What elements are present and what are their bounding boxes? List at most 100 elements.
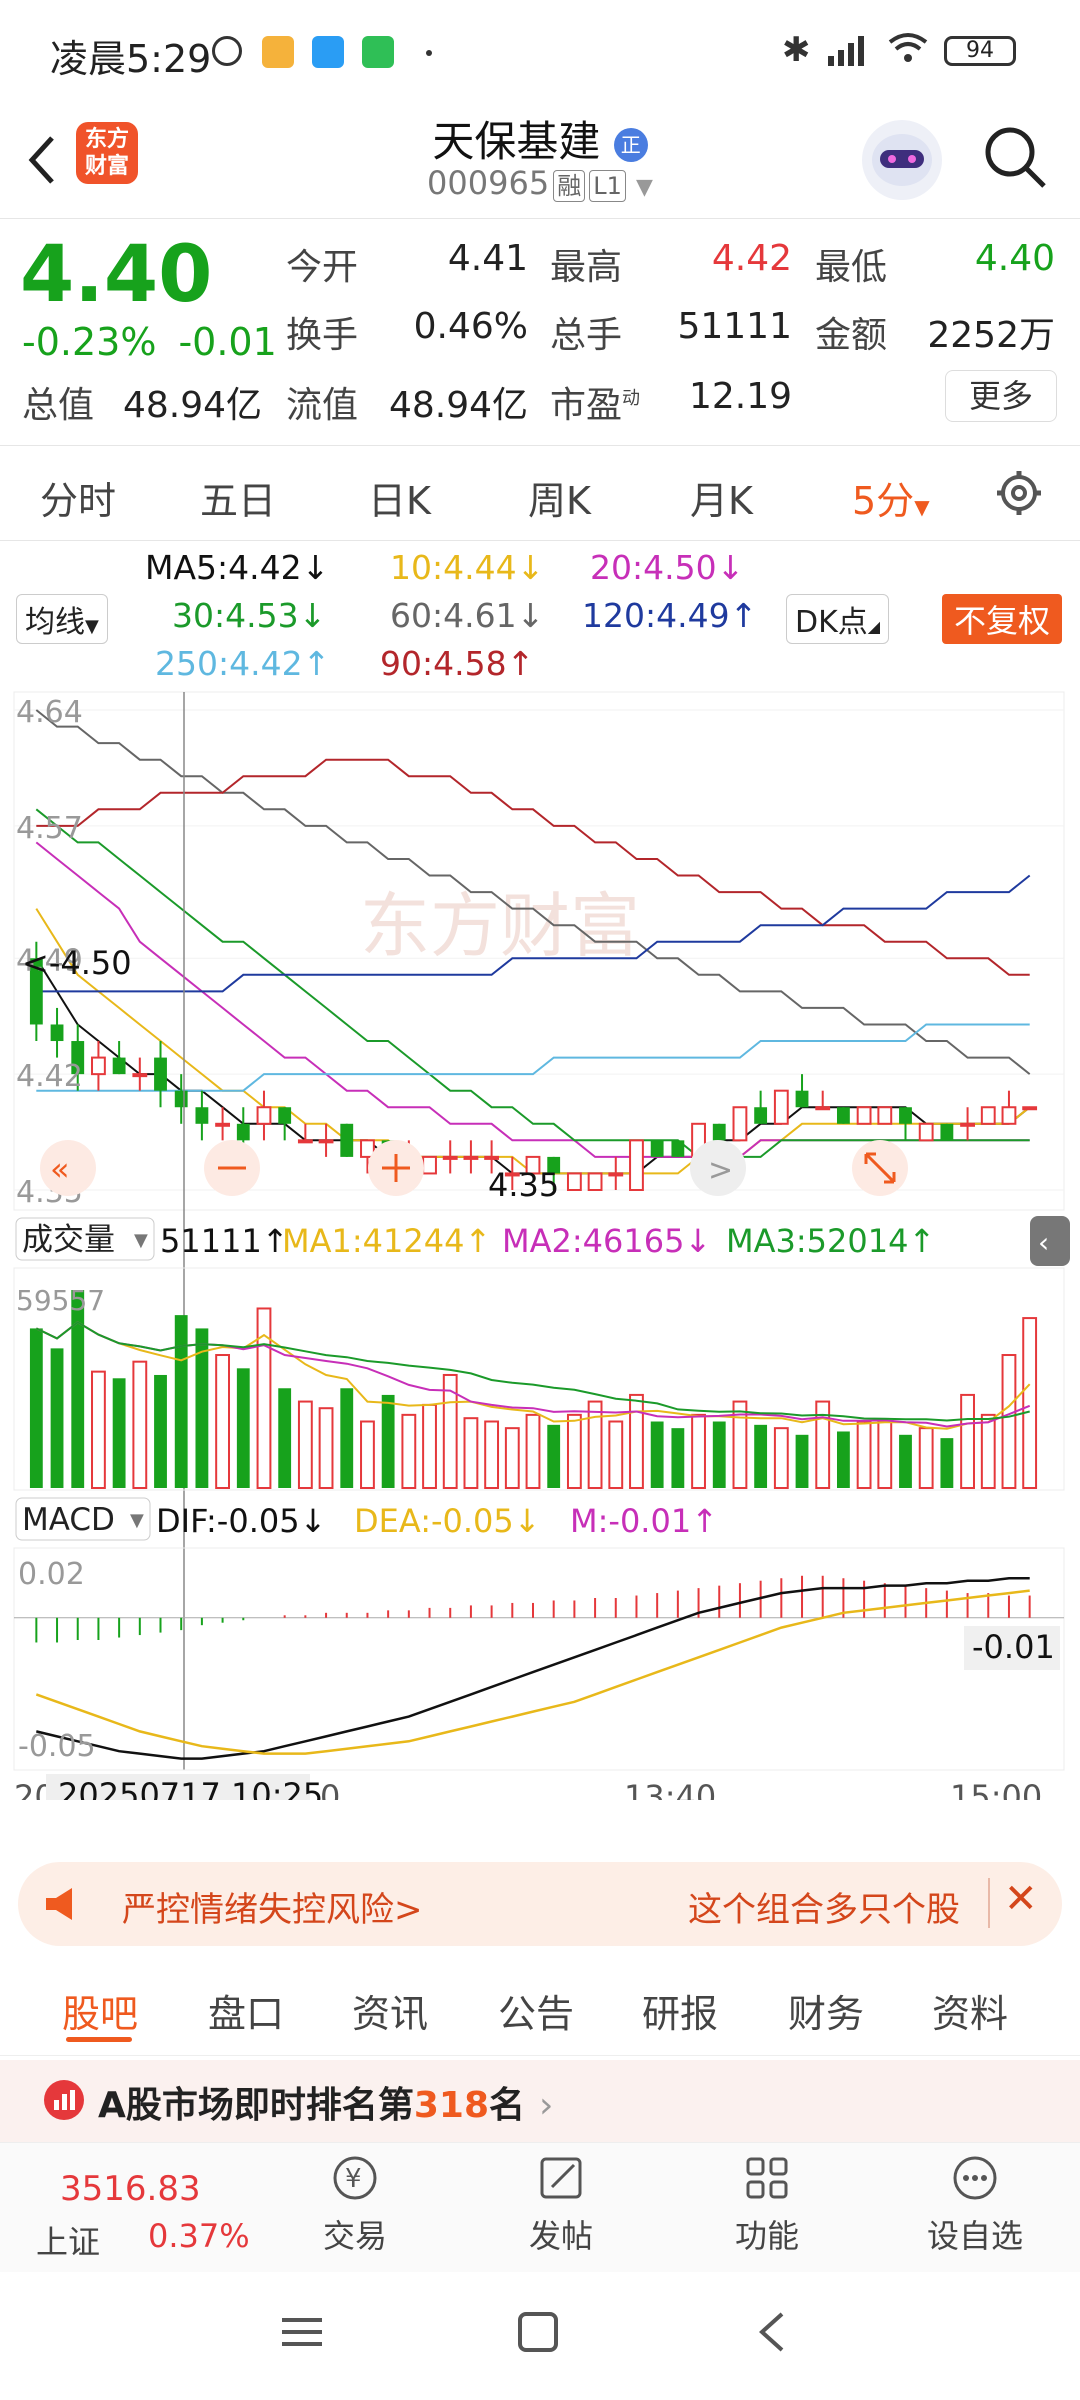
- search-button[interactable]: [982, 124, 1050, 192]
- home-icon[interactable]: [516, 2310, 560, 2358]
- volume-ma2: MA2:46165↓: [502, 1222, 711, 1260]
- tab-monthly-k[interactable]: 月K: [690, 470, 753, 525]
- pointer-label: <-4.50: [22, 944, 132, 982]
- menu-icon[interactable]: [280, 2312, 324, 2356]
- dk-label: DK点: [795, 605, 868, 640]
- volume-bar-down: [29, 1328, 43, 1488]
- volume-bar-down: [154, 1374, 167, 1488]
- megaphone-icon: [42, 1884, 82, 1928]
- tab-daily-k[interactable]: 日K: [368, 470, 431, 525]
- change-amount: -0.01: [178, 320, 277, 364]
- tab-5min[interactable]: 5分▼: [852, 470, 930, 525]
- volume-ma1: MA1:41244↑: [282, 1222, 491, 1260]
- phone-app-icon: [362, 36, 394, 68]
- zoom-in-button[interactable]: [368, 1140, 424, 1196]
- kline-chart-svg[interactable]: 东方财富 4.644.574.494.424.35 <-4.50 4.35 « …: [0, 690, 1080, 1818]
- tab-guba[interactable]: 股吧: [62, 1983, 138, 2038]
- candle-body-up: [773, 1089, 789, 1125]
- system-nav-bar: [0, 2272, 1080, 2400]
- add-watchlist-button[interactable]: 设自选: [910, 2153, 1040, 2257]
- add-watchlist-label: 设自选: [926, 2217, 1023, 2255]
- volume-bar-up: [422, 1403, 437, 1490]
- quote-panel: 4.40 -0.23% -0.01 今开 4.41 最高 4.42 最低 4.40…: [0, 220, 1080, 446]
- ma-type-label: 均线: [25, 605, 85, 640]
- volume-bar-down: [650, 1421, 664, 1488]
- candle-body-down: [50, 1024, 64, 1042]
- settings-button[interactable]: [994, 468, 1044, 518]
- assistant-robot-icon[interactable]: [862, 120, 942, 200]
- trade-button[interactable]: ¥ 交易: [300, 2153, 410, 2257]
- tab-pankou[interactable]: 盘口: [208, 1983, 284, 2038]
- volume-bar-up: [484, 1420, 500, 1490]
- amount-value: 2252万: [927, 315, 1055, 356]
- ma60-value: 60:4.61↓: [390, 596, 545, 635]
- volume-bar-down: [795, 1434, 809, 1488]
- functions-button[interactable]: 功能: [712, 2153, 822, 2257]
- candle-body-down: [195, 1107, 209, 1124]
- volume-bar-down: [671, 1428, 685, 1488]
- tab-intraday[interactable]: 分时: [40, 470, 116, 525]
- dk-point-button[interactable]: DK点◢: [786, 594, 890, 644]
- tab-announcements[interactable]: 公告: [498, 1983, 574, 2038]
- tab-research[interactable]: 研报: [642, 1983, 718, 2038]
- ma20-value: 20:4.50↓: [590, 548, 745, 587]
- high-label: 最高: [550, 247, 623, 288]
- index-value[interactable]: 3516.83: [60, 2169, 201, 2209]
- rank-chart-icon: [44, 2080, 84, 2120]
- volume-bar-up: [401, 1413, 417, 1489]
- tab-profile[interactable]: 资料: [932, 1983, 1008, 2038]
- fullscreen-button[interactable]: [852, 1140, 908, 1196]
- volume-bar-up: [566, 1413, 582, 1489]
- close-icon[interactable]: ✕: [1004, 1876, 1038, 1922]
- rank-number: 318: [413, 2085, 490, 2126]
- pe-sup: 动: [622, 388, 641, 409]
- ma250-line: [36, 1023, 1030, 1092]
- svg-text:¥: ¥: [345, 2164, 362, 2194]
- index-name: 上证: [36, 2223, 101, 2261]
- tab-financials[interactable]: 财务: [788, 1983, 864, 2038]
- volume-bar-down: [899, 1434, 912, 1488]
- grid-icon: [746, 2157, 788, 2199]
- back-nav-icon[interactable]: [752, 2308, 792, 2360]
- candle-body-down: [671, 1140, 685, 1157]
- rank-text: A股市场即时排名第318名 ›: [98, 2076, 553, 2128]
- candle-body-down: [795, 1090, 809, 1108]
- ma30-value: 30:4.53↓: [172, 596, 327, 635]
- tab-news[interactable]: 资讯: [352, 1983, 428, 2038]
- volume-bar-down: [712, 1421, 726, 1488]
- more-button[interactable]: 更多: [945, 370, 1057, 422]
- ma90-value: 90:4.58↑: [380, 644, 535, 683]
- candle-body-down: [836, 1107, 850, 1124]
- market-rank-row[interactable]: A股市场即时排名第318名 ›: [0, 2060, 1080, 2142]
- dif-value: DIF:-0.05↓: [156, 1502, 326, 1540]
- content-tabs: 股吧 盘口 资讯 公告 研报 财务 资料: [0, 1965, 1080, 2056]
- candle-body-up: [918, 1122, 934, 1142]
- volume-bar-up: [360, 1420, 375, 1490]
- risk-banner[interactable]: 严控情绪失控风险> 这个组合多只个股 ✕: [18, 1862, 1062, 1946]
- chart-area[interactable]: 东方财富 4.64 4.57 4.49 4.42 4.35 <-4.50 4.35 « …: [0, 690, 1080, 1818]
- tab-weekly-k[interactable]: 周K: [528, 470, 591, 525]
- post-button[interactable]: 发帖: [506, 2153, 616, 2257]
- bottom-toolbar: 3516.83 上证 0.37% ¥ 交易 发帖 功能 设自选: [0, 2142, 1080, 2273]
- volume-bar-up: [1022, 1317, 1038, 1489]
- tab-five-day[interactable]: 五日: [200, 470, 276, 525]
- change-percent: -0.23%: [22, 320, 157, 364]
- level-badge: L1: [589, 170, 626, 202]
- scroll-right-button[interactable]: >: [690, 1140, 746, 1196]
- svg-text:‹: ‹: [1038, 1226, 1049, 1259]
- candle-body-up: [732, 1106, 748, 1142]
- side-panel-collapse-button[interactable]: ‹: [1030, 1216, 1070, 1266]
- crosshair-time-box: 20250717 10:25: [46, 1774, 323, 1818]
- crosshair-time: 20250717 10:25: [58, 1776, 323, 1800]
- no-adjust-button[interactable]: 不复权: [942, 594, 1063, 644]
- rank-suffix: 名: [489, 2085, 526, 2126]
- volume-bar-down: [71, 1290, 85, 1488]
- gear-icon: [997, 471, 1041, 515]
- zoom-out-button[interactable]: [204, 1140, 260, 1196]
- volume-bar-up: [918, 1427, 934, 1489]
- bluetooth-icon: ✱: [782, 30, 811, 70]
- time-tick-1340: 13:40: [624, 1778, 716, 1800]
- ma-type-dropdown[interactable]: 均线▼: [16, 594, 108, 644]
- pe-label-text: 市盈: [550, 385, 623, 426]
- scroll-left-button[interactable]: «: [40, 1140, 96, 1196]
